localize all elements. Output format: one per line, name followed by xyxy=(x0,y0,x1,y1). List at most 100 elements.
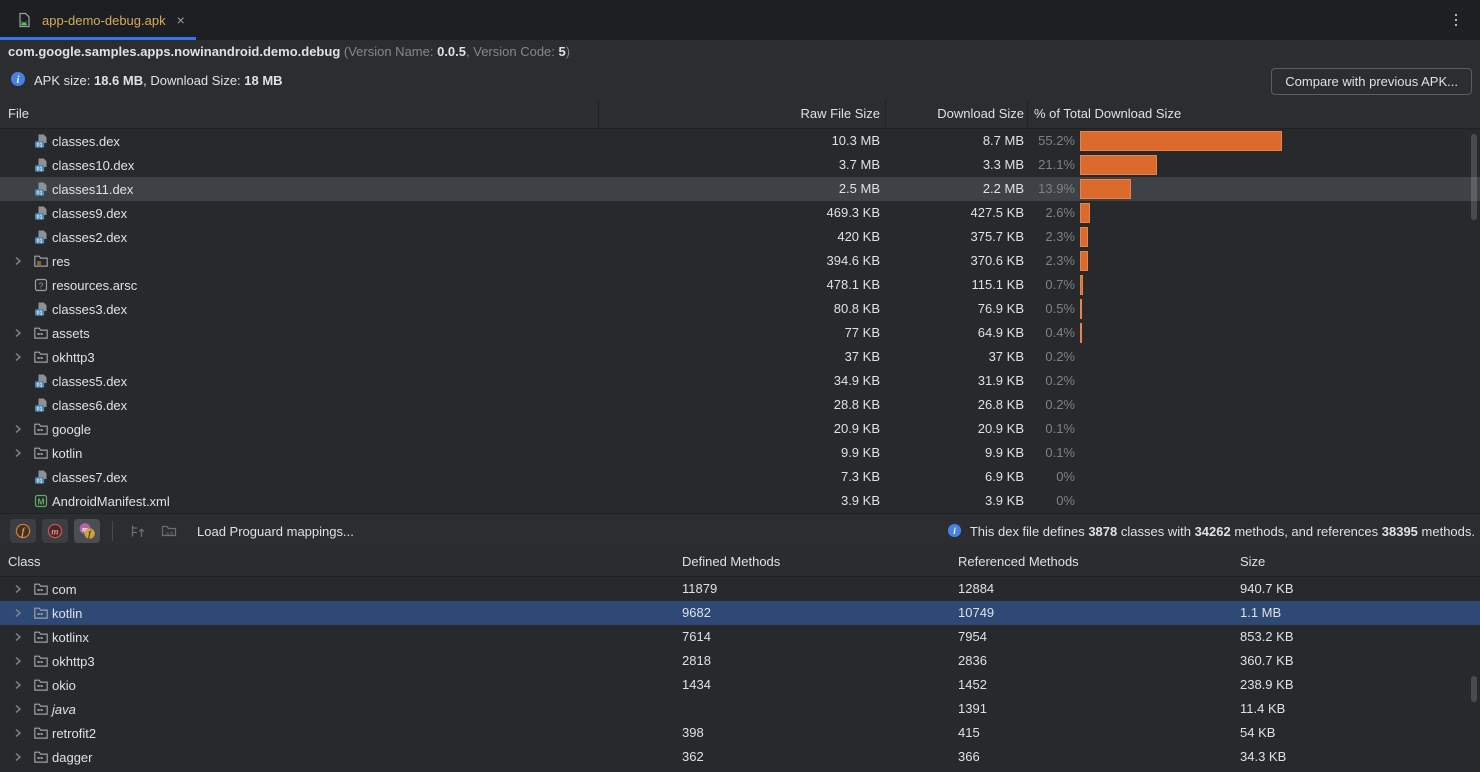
column-header-pct-total[interactable]: % of Total Download Size xyxy=(1034,100,1181,128)
file-table-row[interactable]: 01classes.dex10.3 MB8.7 MB55.2% xyxy=(0,129,1480,153)
column-header-class[interactable]: Class xyxy=(8,548,41,576)
chevron-right-icon[interactable] xyxy=(12,631,33,643)
column-separator[interactable] xyxy=(1027,100,1028,128)
raw-file-size: 9.9 KB xyxy=(841,441,880,465)
column-header-download-size[interactable]: Download Size xyxy=(937,100,1024,128)
file-table-row[interactable]: 01classes6.dex28.8 KB26.8 KB0.2% xyxy=(0,393,1480,417)
class-table-row[interactable]: retrofit239841554 KB xyxy=(0,721,1480,745)
chevron-right-icon[interactable] xyxy=(12,655,33,667)
info-icon: i xyxy=(947,523,962,541)
chevron-right-icon[interactable] xyxy=(12,679,33,691)
apk-size-bar: i APK size: 18.6 MB, Download Size: 18 M… xyxy=(0,64,1480,100)
download-size-bar xyxy=(1080,155,1157,175)
version-name-value: 0.0.5 xyxy=(437,44,466,59)
svg-text:01: 01 xyxy=(37,239,43,245)
class-table-row[interactable]: java139111.4 KB xyxy=(0,697,1480,721)
file-name: resources.arsc xyxy=(52,278,137,293)
referenced-methods: 366 xyxy=(958,745,980,769)
download-size: 115.1 KB xyxy=(971,273,1024,297)
compare-with-previous-apk-button[interactable]: Compare with previous APK... xyxy=(1271,68,1472,95)
download-size-bar xyxy=(1080,227,1088,247)
svg-text:m: m xyxy=(51,527,58,537)
more-options-icon[interactable] xyxy=(1448,10,1464,30)
editor-tab-bar: app-demo-debug.apk × xyxy=(0,0,1480,40)
dex-methods-count: 34262 xyxy=(1195,524,1231,539)
file-table-row[interactable]: 01classes5.dex34.9 KB31.9 KB0.2% xyxy=(0,369,1480,393)
chevron-right-icon[interactable] xyxy=(12,423,33,435)
apk-package-header: com.google.samples.apps.nowinandroid.dem… xyxy=(0,40,1480,64)
dex-file-icon: 01 xyxy=(33,301,52,317)
column-header-referenced-methods[interactable]: Referenced Methods xyxy=(958,548,1079,576)
file-name: classes11.dex xyxy=(52,182,133,197)
chevron-right-icon[interactable] xyxy=(12,583,33,595)
chevron-right-icon[interactable] xyxy=(12,351,33,363)
load-proguard-mappings-label[interactable]: Load Proguard mappings... xyxy=(197,524,354,539)
raw-file-size: 77 KB xyxy=(845,321,880,345)
vertical-scrollbar-thumb[interactable] xyxy=(1471,134,1477,220)
package-folder-icon xyxy=(33,629,52,645)
show-methods-toggle[interactable]: m xyxy=(42,519,68,543)
file-table-row[interactable]: kotlin9.9 KB9.9 KB0.1% xyxy=(0,441,1480,465)
expand-tree-icon[interactable] xyxy=(125,519,149,543)
file-table-row[interactable]: 01classes11.dex2.5 MB2.2 MB13.9% xyxy=(0,177,1480,201)
dex-summary-text: This dex file defines 3878 classes with … xyxy=(970,524,1475,539)
file-table-row[interactable]: assets77 KB64.9 KB0.4% xyxy=(0,321,1480,345)
show-all-toggle[interactable]: m f xyxy=(74,519,100,543)
class-table-row[interactable]: com1187912884940.7 KB xyxy=(0,577,1480,601)
pct-of-total: 0.5% xyxy=(1045,297,1075,321)
download-size: 37 KB xyxy=(989,345,1024,369)
chevron-right-icon[interactable] xyxy=(12,751,33,763)
download-size-bar xyxy=(1080,203,1090,223)
vertical-scrollbar-thumb[interactable] xyxy=(1471,676,1477,702)
class-table-row[interactable]: dagger36236634.3 KB xyxy=(0,745,1480,769)
file-table-row[interactable]: 01classes7.dex7.3 KB6.9 KB0% xyxy=(0,465,1480,489)
class-table-row[interactable]: okio14341452238.9 KB xyxy=(0,673,1480,697)
package-folder-icon xyxy=(33,581,52,597)
chevron-right-icon[interactable] xyxy=(12,327,33,339)
column-header-file[interactable]: File xyxy=(8,100,29,128)
file-table-row[interactable]: res394.6 KB370.6 KB2.3% xyxy=(0,249,1480,273)
file-table-row[interactable]: 01classes10.dex3.7 MB3.3 MB21.1% xyxy=(0,153,1480,177)
file-name: classes7.dex xyxy=(52,470,127,485)
package-folder-icon xyxy=(33,653,52,669)
column-separator[interactable] xyxy=(885,100,886,128)
chevron-right-icon[interactable] xyxy=(12,255,33,267)
chevron-right-icon[interactable] xyxy=(12,447,33,459)
chevron-right-icon[interactable] xyxy=(12,607,33,619)
download-size: 31.9 KB xyxy=(978,369,1024,393)
dex-classes-count: 3878 xyxy=(1088,524,1117,539)
chevron-right-icon[interactable] xyxy=(12,727,33,739)
show-fields-toggle[interactable]: f xyxy=(10,519,36,543)
column-header-defined-methods[interactable]: Defined Methods xyxy=(682,548,780,576)
download-size-value: 18 MB xyxy=(244,73,282,88)
file-table-row[interactable]: google20.9 KB20.9 KB0.1% xyxy=(0,417,1480,441)
tab-close-icon[interactable]: × xyxy=(177,12,185,28)
class-table-row[interactable]: okhttp328182836360.7 KB xyxy=(0,649,1480,673)
class-table-row[interactable]: kotlin9682107491.1 MB xyxy=(0,601,1480,625)
file-table-row[interactable]: 01classes9.dex469.3 KB427.5 KB2.6% xyxy=(0,201,1480,225)
svg-text:01: 01 xyxy=(37,479,43,485)
dex-file-icon: 01 xyxy=(33,205,52,221)
column-header-raw-file-size[interactable]: Raw File Size xyxy=(801,100,880,128)
dex-references-count: 38395 xyxy=(1382,524,1418,539)
class-table-row[interactable]: kotlinx76147954853.2 KB xyxy=(0,625,1480,649)
download-size: 8.7 MB xyxy=(983,129,1024,153)
file-table-row[interactable]: 01classes2.dex420 KB375.7 KB2.3% xyxy=(0,225,1480,249)
dex-summary-mid1: classes with xyxy=(1117,524,1194,539)
column-separator[interactable] xyxy=(598,100,599,128)
file-table-row[interactable]: ?resources.arsc478.1 KB115.1 KB0.7% xyxy=(0,273,1480,297)
version-code-value: 5 xyxy=(559,44,566,59)
proguard-folder-icon[interactable]: a.b xyxy=(157,519,181,543)
file-table-row[interactable]: 01classes3.dex80.8 KB76.9 KB0.5% xyxy=(0,297,1480,321)
file-table-row[interactable]: okhttp337 KB37 KB0.2% xyxy=(0,345,1480,369)
raw-file-size: 37 KB xyxy=(845,345,880,369)
chevron-right-icon[interactable] xyxy=(12,703,33,715)
dex-file-icon: 01 xyxy=(33,133,52,149)
file-name: classes2.dex xyxy=(52,230,127,245)
class-size: 34.3 KB xyxy=(1240,745,1286,769)
file-table-row[interactable]: MAndroidManifest.xml3.9 KB3.9 KB0% xyxy=(0,489,1480,513)
download-size: 76.9 KB xyxy=(978,297,1024,321)
tab-app-demo-debug-apk[interactable]: app-demo-debug.apk × xyxy=(0,0,199,40)
column-header-size[interactable]: Size xyxy=(1240,548,1265,576)
download-size: 2.2 MB xyxy=(983,177,1024,201)
